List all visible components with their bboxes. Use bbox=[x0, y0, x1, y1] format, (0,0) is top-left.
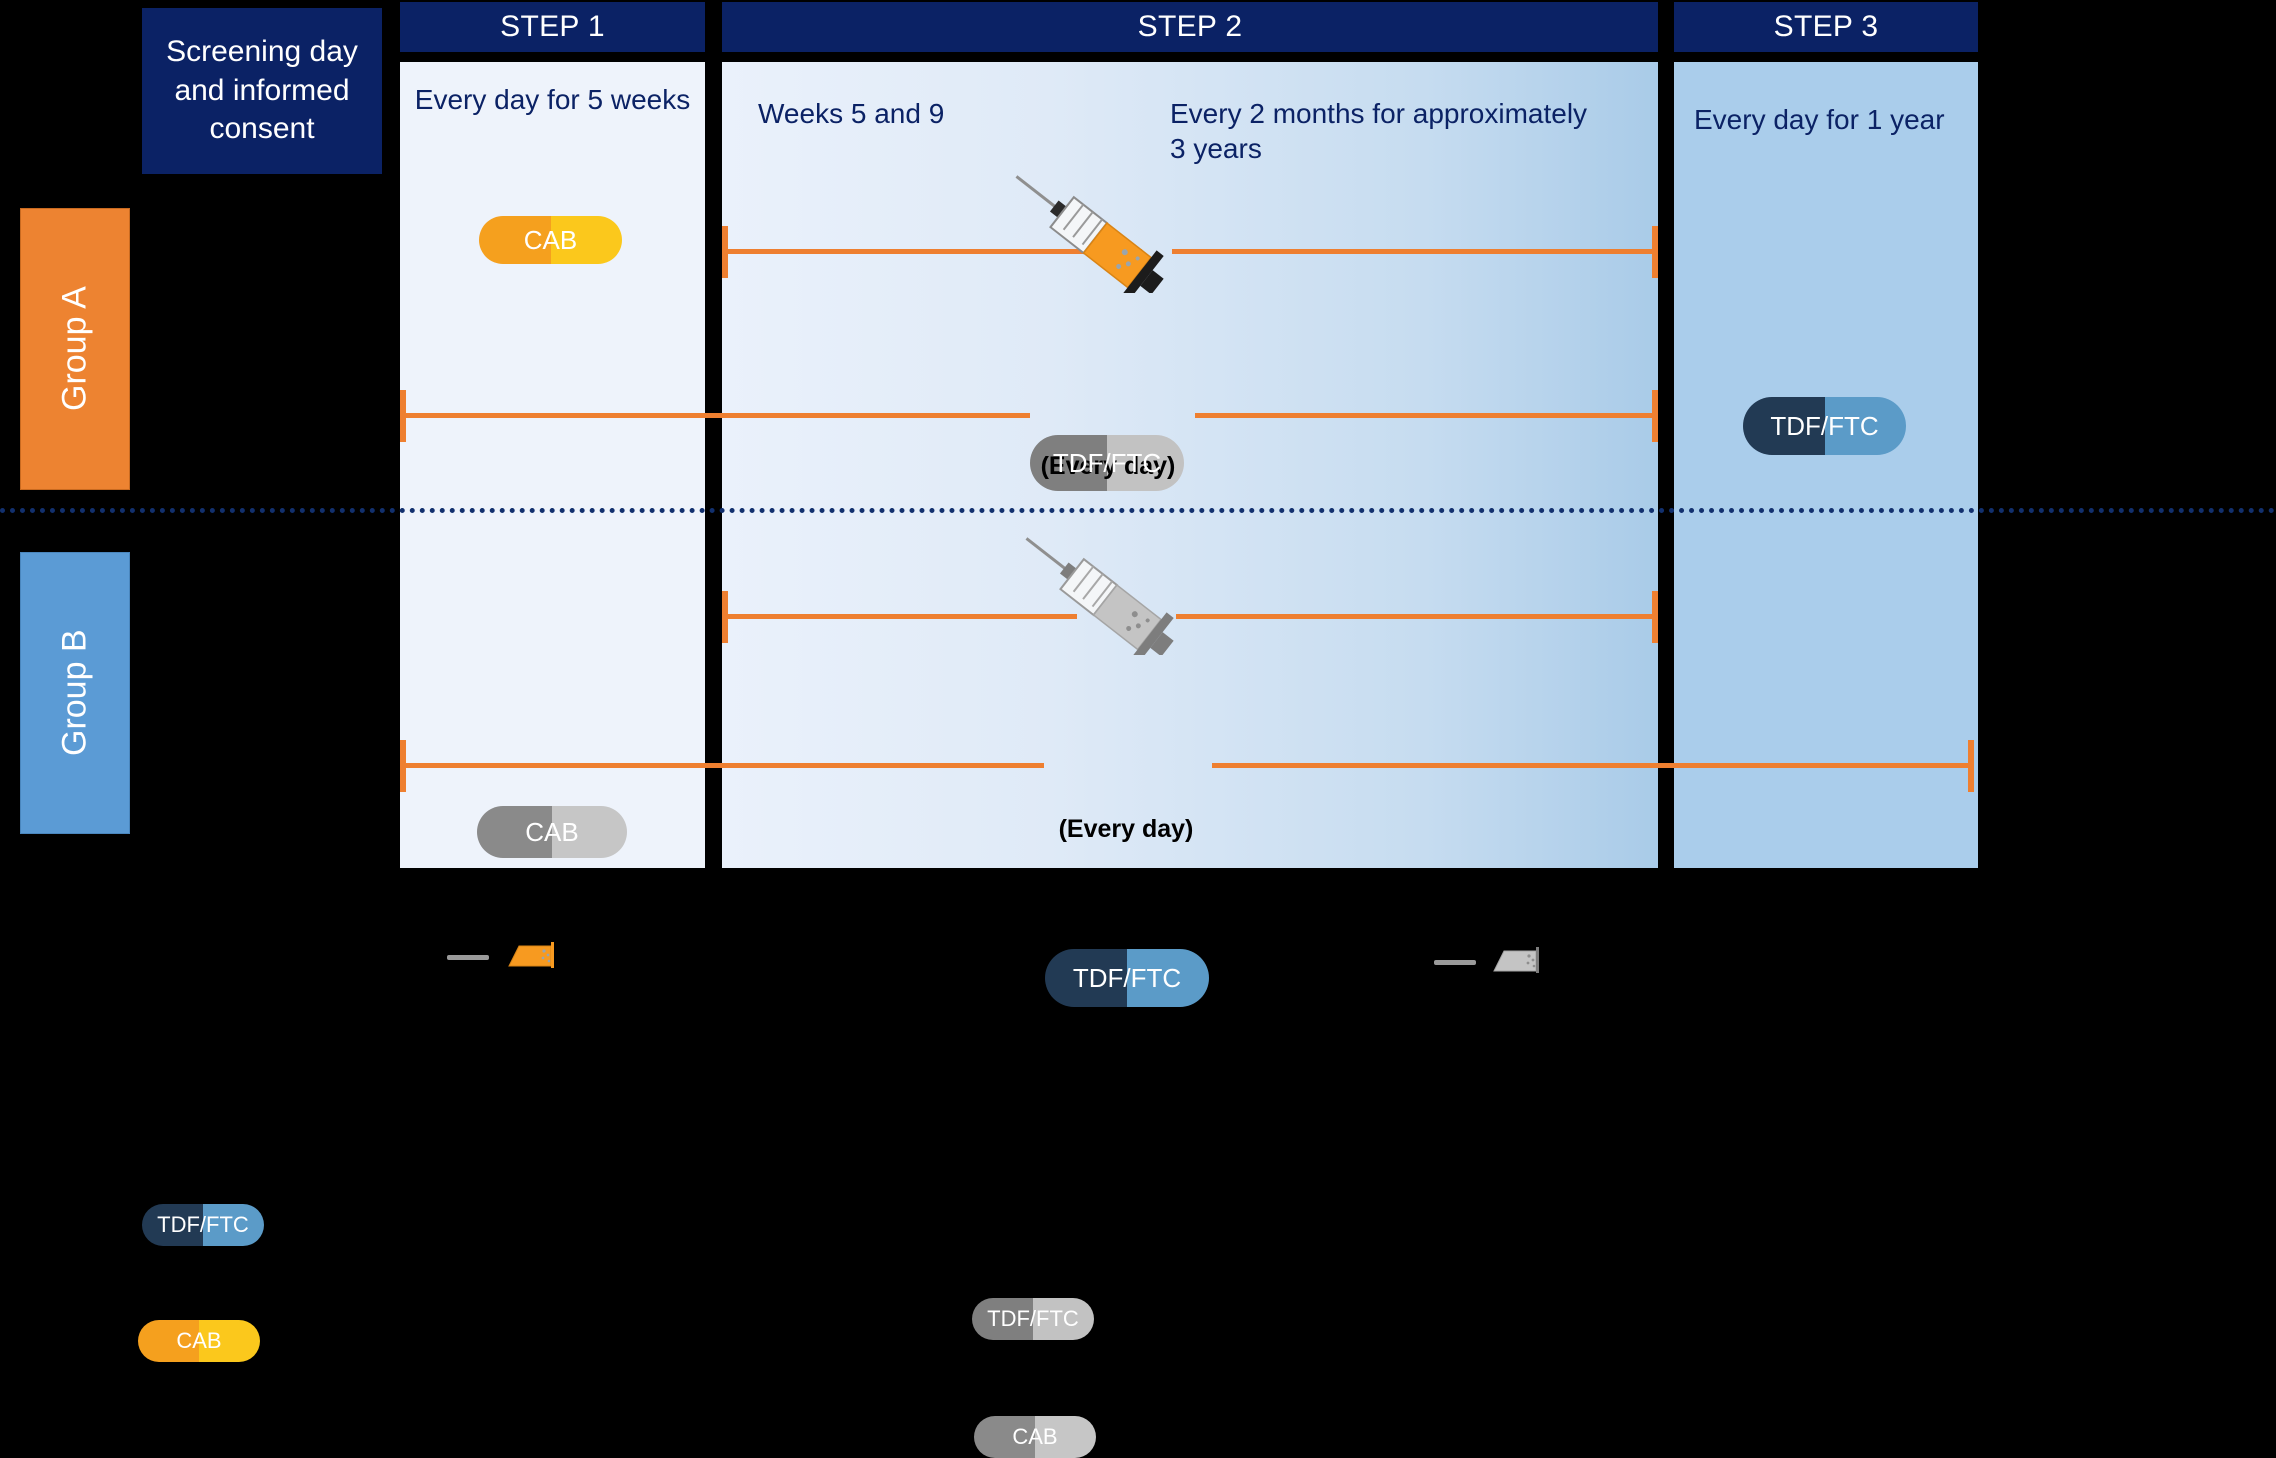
step-1-caption-text: Every day for 5 weeks bbox=[414, 84, 691, 115]
group-b-step2-frequency: (Every day) bbox=[1038, 815, 1214, 844]
legend-placebo-tdf-label: TDF/FTC bbox=[987, 1306, 1079, 1331]
step-2-caption-right: Every 2 months for approximately 3 years bbox=[1170, 96, 1610, 167]
group-b-tdf-line-left bbox=[400, 763, 1044, 768]
group-a-step2-tdf-label: TDF/FTC bbox=[1052, 447, 1162, 478]
group-b-label: Group B bbox=[55, 629, 94, 757]
group-a-tab: Group A bbox=[20, 208, 130, 490]
legend-placebo-syringe-needle bbox=[1434, 960, 1476, 965]
group-b-injection-line-right bbox=[1176, 614, 1658, 619]
group-a-tdf-line-endcap bbox=[1652, 390, 1658, 442]
legend-syringe-placebo-icon bbox=[1493, 947, 1539, 973]
step-2-label: STEP 2 bbox=[1137, 10, 1243, 43]
group-b-injection-line-endcap bbox=[1652, 591, 1658, 643]
group-a-tdf-line-left bbox=[400, 413, 1030, 418]
group-b-step2-tdf-label: TDF/FTC bbox=[1072, 962, 1182, 993]
step-2-caption-left-text: Weeks 5 and 9 bbox=[758, 98, 945, 129]
group-b-tdf-line-endcap bbox=[1968, 740, 1974, 792]
step-3-panel bbox=[1674, 62, 1978, 868]
group-divider bbox=[0, 508, 2276, 513]
group-b-step1-cab-pill: CAB bbox=[477, 806, 627, 858]
step-3-caption: Every day for 1 year bbox=[1694, 102, 1974, 137]
group-b-step2-frequency-text: (Every day) bbox=[1058, 815, 1194, 843]
legend-active-cab-label: CAB bbox=[176, 1328, 222, 1353]
legend-active-cab-pill: CAB bbox=[138, 1320, 260, 1362]
group-a-injection-line-endcap bbox=[1652, 226, 1658, 278]
step-1-panel bbox=[400, 62, 705, 868]
legend-placebo-cab-pill: CAB bbox=[974, 1416, 1096, 1458]
legend-active-syringe-needle bbox=[447, 955, 489, 960]
legend-placebo-cab-label: CAB bbox=[1012, 1424, 1058, 1449]
legend-active-tdf-label: TDF/FTC bbox=[157, 1212, 249, 1237]
step-3-header: STEP 3 bbox=[1674, 2, 1978, 52]
syringe-active-icon bbox=[1015, 175, 1164, 293]
step-2-caption-right-text: Every 2 months for approximately 3 years bbox=[1170, 98, 1588, 165]
step-1-caption: Every day for 5 weeks bbox=[414, 82, 691, 117]
screening-box: Screening day and informed consent bbox=[142, 8, 382, 174]
legend-syringe-active-icon bbox=[508, 942, 554, 968]
step-1-header: STEP 1 bbox=[400, 2, 705, 52]
step-3-label: STEP 3 bbox=[1773, 10, 1879, 43]
group-b-step1-cab-label: CAB bbox=[525, 816, 579, 847]
group-a-tdf-line-right bbox=[1195, 413, 1658, 418]
step-2-caption-left: Weeks 5 and 9 bbox=[758, 96, 1088, 131]
group-b-tdf-line-right bbox=[1212, 763, 1972, 768]
group-a-step3-tdf-pill: TDF/FTC bbox=[1743, 397, 1906, 455]
group-a-step3-tdf-label: TDF/FTC bbox=[1770, 410, 1879, 441]
group-b-tab: Group B bbox=[20, 552, 130, 834]
group-a-step1-cab-label: CAB bbox=[523, 224, 578, 255]
screening-label: Screening day and informed consent bbox=[166, 35, 358, 146]
group-a-step1-cab-pill: CAB bbox=[479, 216, 622, 264]
group-a-injection-line-right bbox=[1172, 249, 1658, 254]
step-1-label: STEP 1 bbox=[500, 10, 605, 43]
legend-active-tdf-pill: TDF/FTC bbox=[142, 1204, 264, 1246]
step-3-caption-text: Every day for 1 year bbox=[1694, 104, 1945, 135]
group-a-step2-tdf-pill: TDF/FTC bbox=[1030, 435, 1184, 491]
group-b-step2-tdf-pill: TDF/FTC bbox=[1045, 949, 1209, 1007]
syringe-placebo-icon bbox=[1025, 537, 1174, 655]
step-2-header: STEP 2 bbox=[722, 2, 1658, 52]
group-a-label: Group A bbox=[55, 286, 94, 412]
legend-placebo-tdf-pill: TDF/FTC bbox=[972, 1298, 1094, 1340]
